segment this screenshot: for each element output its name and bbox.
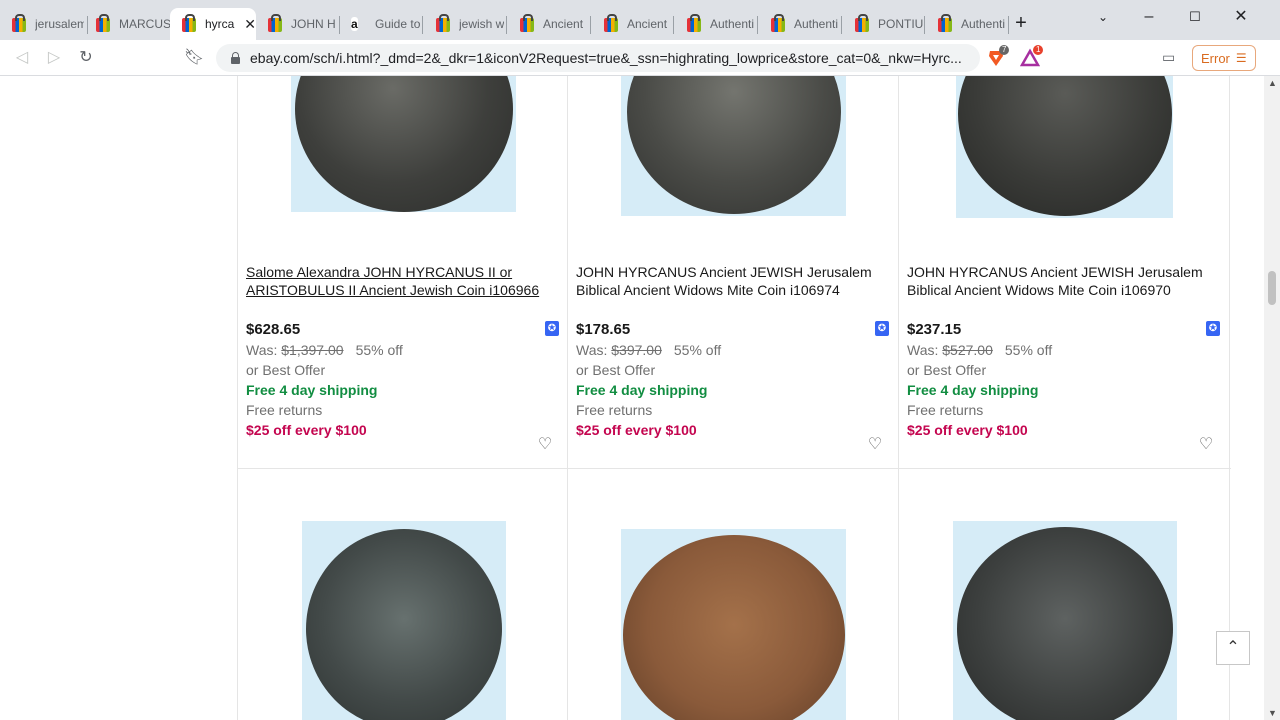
- listing-card[interactable]: Salome Alexandra JOHN HYRCANUS II or ARI…: [237, 76, 568, 468]
- shipping: Free 4 day shipping: [907, 382, 1039, 398]
- listing-price: $237.15: [907, 321, 962, 338]
- listing-image[interactable]: [953, 521, 1177, 720]
- browser-tab[interactable]: jerusalem: [0, 8, 84, 40]
- search-results: Salome Alexandra JOHN HYRCANUS II or ARI…: [0, 76, 1264, 720]
- ebay-bag-icon: [267, 14, 283, 32]
- ebay-bag-icon: [937, 14, 953, 32]
- promo: $25 off every $100: [576, 422, 697, 438]
- listing-image[interactable]: [621, 529, 846, 720]
- browser-tab[interactable]: MARCUS: [84, 8, 170, 40]
- browser-tab[interactable]: Authenti: [926, 8, 1010, 40]
- browser-tab[interactable]: JOHN H: [256, 8, 340, 40]
- back-icon[interactable]: ◁: [8, 44, 36, 72]
- sponsored-star-icon[interactable]: ✪: [1206, 321, 1220, 336]
- listing-card[interactable]: [237, 469, 568, 720]
- brave-shield-icon[interactable]: 7: [986, 45, 1010, 68]
- close-window-button[interactable]: ✕: [1218, 4, 1264, 30]
- browser-tab[interactable]: PONTIU: [843, 8, 927, 40]
- watch-heart-icon[interactable]: ♡: [1192, 431, 1220, 459]
- forward-icon[interactable]: ▷: [40, 44, 68, 72]
- browser-toolbar: ◁ ▷ ↻ 🔖︎ ebay.com/sch/i.html?_dmd=2&_dkr…: [0, 40, 1280, 76]
- rewards-count-badge: 1: [1033, 45, 1044, 55]
- listing-card[interactable]: JOHN HYRCANUS Ancient JEWISH Jerusalem B…: [899, 76, 1230, 468]
- listing-title[interactable]: Salome Alexandra JOHN HYRCANUS II or ARI…: [246, 263, 546, 299]
- brave-rewards-icon[interactable]: 1: [1019, 45, 1044, 68]
- shield-count-badge: 7: [999, 45, 1010, 55]
- browser-tab-strip: jerusalem MARCUS hyrca ✕ JOHN H a Guide to…: [0, 0, 1280, 40]
- best-offer: or Best Offer: [246, 362, 326, 378]
- listing-image[interactable]: [302, 521, 506, 720]
- watch-heart-icon[interactable]: ♡: [861, 431, 889, 459]
- shipping: Free 4 day shipping: [576, 382, 708, 398]
- error-button[interactable]: Error ☰: [1192, 45, 1256, 71]
- was-price-row: Was: $397.00 55% off: [576, 342, 722, 358]
- returns: Free returns: [907, 402, 984, 418]
- menu-icon: ☰: [1235, 51, 1247, 65]
- browser-tab[interactable]: Authenti: [675, 8, 759, 40]
- reload-icon[interactable]: ↻: [72, 44, 100, 72]
- watch-heart-icon[interactable]: ♡: [531, 431, 559, 459]
- url-text: ebay.com/sch/i.html?_dmd=2&_dkr=1&iconV2…: [250, 50, 962, 66]
- promo: $25 off every $100: [246, 422, 367, 438]
- ebay-bag-icon: [95, 14, 111, 32]
- listing-card[interactable]: JOHN HYRCANUS Ancient JEWISH Jerusalem B…: [568, 76, 899, 468]
- listing-price: $628.65: [246, 321, 301, 338]
- wallet-icon[interactable]: ▭: [1162, 49, 1180, 65]
- scroll-down-arrow[interactable]: ▼: [1268, 708, 1277, 718]
- lock-icon: [230, 52, 240, 64]
- promo: $25 off every $100: [907, 422, 1028, 438]
- listing-price: $178.65: [576, 321, 631, 338]
- amazon-icon: a: [351, 17, 358, 31]
- listing-image[interactable]: [956, 76, 1173, 218]
- ebay-bag-icon: [603, 14, 619, 32]
- new-tab-button[interactable]: +: [1010, 10, 1032, 36]
- was-price-row: Was: $1,397.00 55% off: [246, 342, 403, 358]
- back-to-top-button[interactable]: ⌃: [1216, 631, 1250, 665]
- scroll-up-arrow[interactable]: ▲: [1268, 78, 1277, 88]
- returns: Free returns: [576, 402, 653, 418]
- listing-image[interactable]: [621, 76, 846, 216]
- close-tab-icon[interactable]: ✕: [244, 16, 256, 33]
- browser-tab[interactable]: Authenti: [759, 8, 843, 40]
- minimize-button[interactable]: –: [1126, 4, 1172, 30]
- ebay-bag-icon: [770, 14, 786, 32]
- sponsored-star-icon[interactable]: ✪: [545, 321, 559, 336]
- ebay-bag-icon: [854, 14, 870, 32]
- tab-search-icon[interactable]: ⌄: [1080, 4, 1126, 30]
- page-scrollbar[interactable]: ▲ ▼: [1264, 76, 1280, 720]
- listing-card[interactable]: [568, 469, 899, 720]
- address-bar[interactable]: ebay.com/sch/i.html?_dmd=2&_dkr=1&iconV2…: [216, 44, 980, 72]
- listing-image[interactable]: [291, 76, 516, 212]
- listing-title[interactable]: JOHN HYRCANUS Ancient JEWISH Jerusalem B…: [576, 263, 876, 299]
- was-price-row: Was: $527.00 55% off: [907, 342, 1053, 358]
- bookmark-icon[interactable]: 🔖︎: [180, 44, 208, 72]
- maximize-button[interactable]: ☐: [1172, 4, 1218, 30]
- ebay-bag-icon: [519, 14, 535, 32]
- browser-tab[interactable]: Ancient: [508, 8, 592, 40]
- ebay-bag-icon: [686, 14, 702, 32]
- listing-title[interactable]: JOHN HYRCANUS Ancient JEWISH Jerusalem B…: [907, 263, 1207, 299]
- shipping: Free 4 day shipping: [246, 382, 378, 398]
- ebay-bag-icon: [435, 14, 451, 32]
- browser-tab[interactable]: Ancient: [592, 8, 676, 40]
- sponsored-star-icon[interactable]: ✪: [875, 321, 889, 336]
- ebay-bag-icon: [11, 14, 27, 32]
- browser-tab[interactable]: a Guide to: [340, 8, 424, 40]
- ebay-bag-icon: [181, 14, 197, 32]
- browser-tab[interactable]: jewish w: [424, 8, 508, 40]
- listing-card[interactable]: [899, 469, 1230, 720]
- scrollbar-thumb[interactable]: [1268, 271, 1276, 305]
- best-offer: or Best Offer: [907, 362, 987, 378]
- best-offer: or Best Offer: [576, 362, 656, 378]
- browser-tab-active[interactable]: hyrca ✕: [170, 8, 256, 40]
- returns: Free returns: [246, 402, 323, 418]
